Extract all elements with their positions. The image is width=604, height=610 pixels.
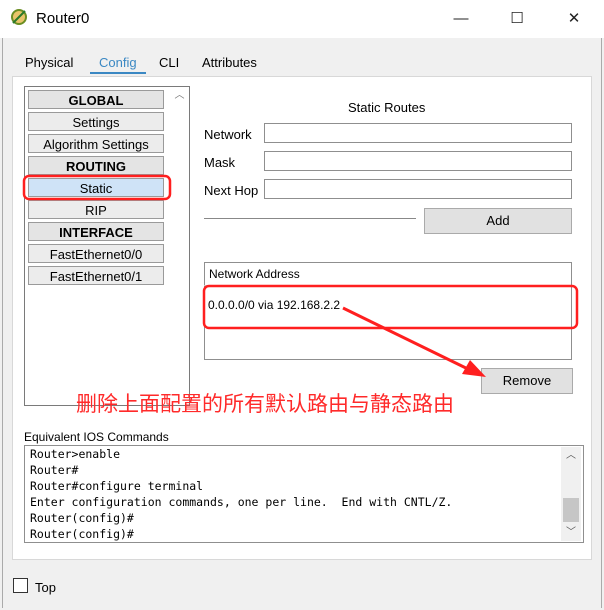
annotation-arrow-shaft [342,306,471,372]
annotation-overlay [22,174,579,377]
annotation-static-highlight [22,174,172,201]
annotation-arrow-head [462,360,486,377]
annotation-route-highlight [202,284,579,330]
annotation-text: 删除上面配置的所有默认路由与静态路由 [76,393,454,416]
